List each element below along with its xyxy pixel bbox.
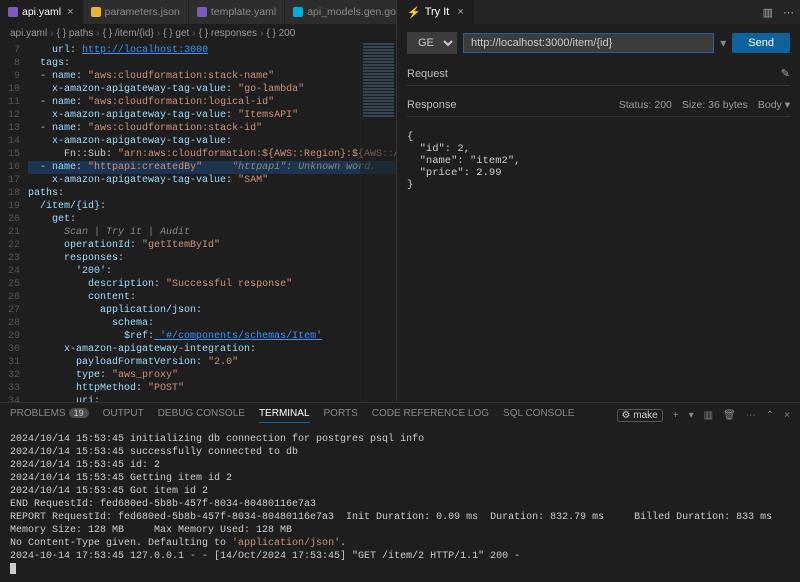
json-file-icon (91, 7, 101, 17)
line-gutter: 7891011121314151617181920212223242526272… (0, 42, 28, 402)
body-toggle[interactable]: Body ▾ (758, 99, 790, 111)
tab-output[interactable]: OUTPUT (103, 408, 144, 423)
code-area[interactable]: url: http://localhost:3000 tags: - name:… (28, 42, 396, 402)
editor-tab-label: parameters.json (105, 6, 180, 18)
response-section-label: Response (407, 99, 457, 111)
close-panel-icon[interactable]: × (784, 410, 790, 421)
go-file-icon (293, 7, 303, 17)
chevron-up-icon[interactable]: ⌃ (766, 410, 774, 421)
yaml-file-icon (8, 7, 18, 17)
breadcrumb-segment[interactable]: { } /item/{id} (103, 28, 154, 39)
editor-tab[interactable]: template.yaml (189, 0, 285, 24)
code-editor[interactable]: 7891011121314151617181920212223242526272… (0, 42, 396, 402)
chevron-down-icon[interactable]: ▾ (720, 36, 726, 50)
close-icon[interactable]: × (457, 6, 463, 18)
tab-debug-console[interactable]: DEBUG CONSOLE (158, 408, 245, 423)
breadcrumb-segment[interactable]: { } paths (57, 28, 94, 39)
tab-try-it-label: Try It (425, 6, 450, 18)
response-body[interactable]: { "id": 2, "name": "item2", "price": 2.9… (407, 125, 790, 191)
http-method-select[interactable]: GET (407, 32, 457, 54)
url-input[interactable] (463, 33, 714, 53)
tab-code-reference-log[interactable]: CODE REFERENCE LOG (372, 408, 489, 423)
breadcrumb-segment[interactable]: { } get (163, 28, 189, 39)
side-tab-bar: ⚡ Try It × ▥ ⋯ (397, 0, 800, 24)
editor-tab-label: api.yaml (22, 6, 61, 18)
close-icon[interactable]: × (67, 6, 73, 18)
size-label: Size: 36 bytes (682, 99, 748, 111)
editor-tab[interactable]: api.yaml × (0, 0, 83, 24)
send-button[interactable]: Send (732, 33, 790, 53)
tab-terminal[interactable]: TERMINAL (259, 408, 310, 423)
bottom-panel: PROBLEMS19 OUTPUT DEBUG CONSOLE TERMINAL… (0, 402, 800, 582)
editor-tab-label: template.yaml (211, 6, 276, 18)
tab-sql-console[interactable]: SQL CONSOLE (503, 408, 574, 423)
new-terminal-icon[interactable]: + (673, 410, 679, 421)
tab-ports[interactable]: PORTS (324, 408, 358, 423)
terminal-tab-bar: PROBLEMS19 OUTPUT DEBUG CONSOLE TERMINAL… (0, 403, 800, 427)
split-icon[interactable]: ▥ (763, 6, 773, 19)
editor-tab-label: api_models.gen.go (307, 6, 396, 18)
breadcrumb[interactable]: api.yaml›{ } paths›{ } /item/{id}›{ } ge… (0, 24, 396, 42)
minimap[interactable] (360, 42, 396, 402)
breadcrumb-segment[interactable]: { } 200 (266, 28, 295, 39)
thunder-icon: ⚡ (407, 6, 421, 19)
yaml-file-icon (197, 7, 207, 17)
status-label: Status: 200 (619, 99, 672, 111)
editor-tab[interactable]: parameters.json (83, 0, 189, 24)
tab-try-it[interactable]: ⚡ Try It × (397, 0, 474, 24)
breadcrumb-segment[interactable]: { } responses (199, 28, 257, 39)
more-icon[interactable]: ⋯ (746, 410, 756, 421)
chevron-down-icon[interactable]: ▾ (689, 410, 694, 421)
trash-icon[interactable]: 🗑 (723, 410, 736, 421)
more-icon[interactable]: ⋯ (783, 6, 794, 19)
edit-icon[interactable]: ✎ (781, 67, 790, 80)
problems-count-badge: 19 (69, 408, 89, 418)
request-section-label: Request (407, 68, 448, 80)
tab-problems[interactable]: PROBLEMS19 (10, 408, 89, 423)
editor-tab[interactable]: api_models.gen.go (285, 0, 396, 24)
try-it-panel: ⚡ Try It × ▥ ⋯ GET ▾ Send (397, 0, 800, 402)
breadcrumb-segment[interactable]: api.yaml (10, 28, 47, 39)
editor-tab-bar: api.yaml × parameters.json template.yaml api… (0, 0, 396, 24)
task-tag[interactable]: ⚙ make (617, 409, 663, 422)
split-terminal-icon[interactable]: ▥ (704, 410, 713, 421)
terminal-cursor (10, 563, 16, 574)
terminal-output[interactable]: 2024/10/14 15:53:45 initializing db conn… (0, 427, 800, 582)
editor-pane: api.yaml × parameters.json template.yaml api… (0, 0, 397, 402)
